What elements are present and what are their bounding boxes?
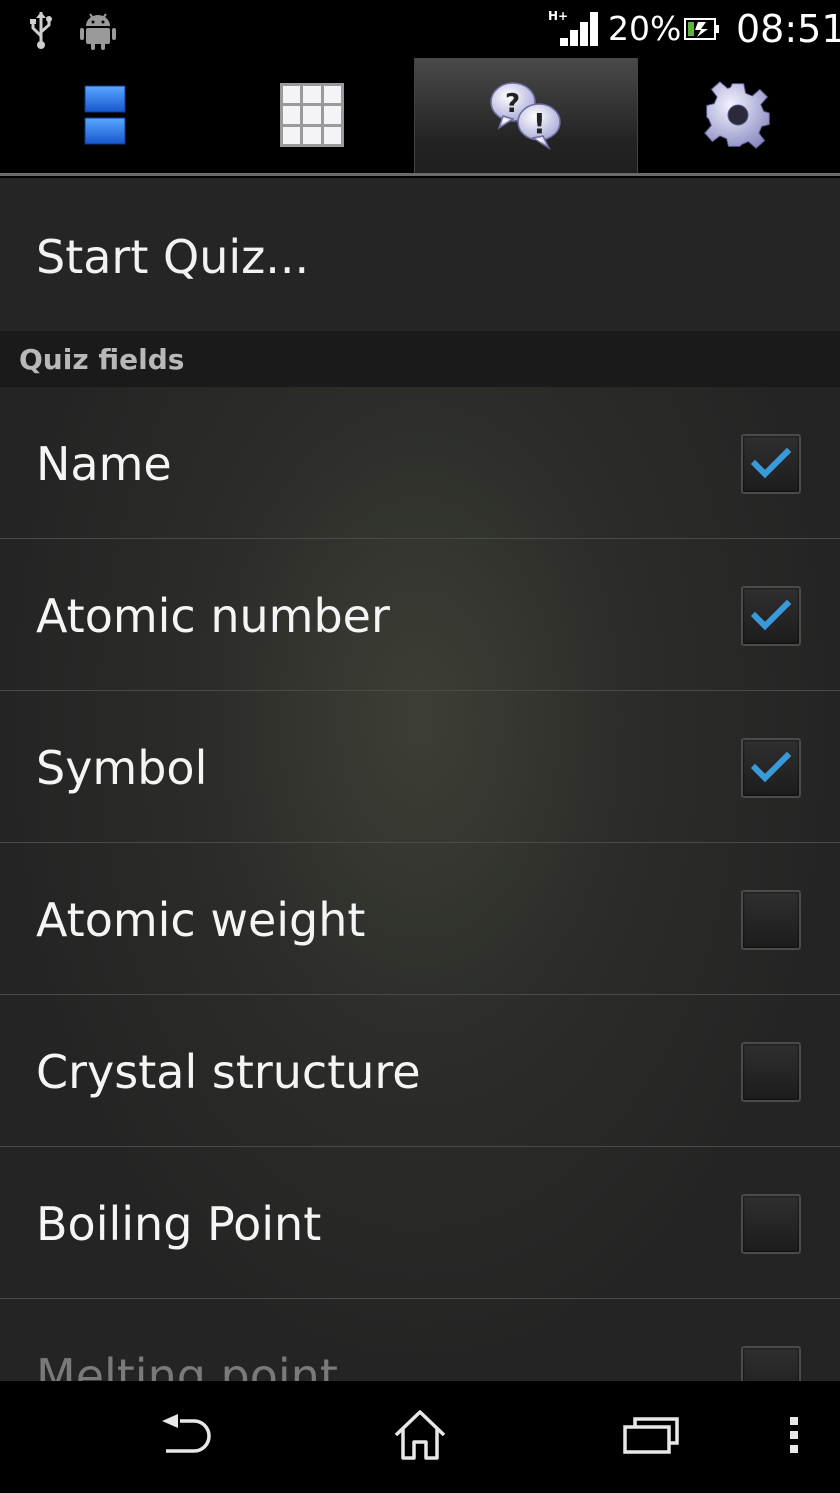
recents-icon [623, 1415, 681, 1459]
tab-settings[interactable] [636, 58, 840, 176]
quiz-field-label: Atomic number [36, 589, 390, 643]
quiz-bubbles-icon: ? ! [489, 80, 563, 154]
quiz-field-checkbox[interactable] [741, 890, 801, 950]
screen: H+ 20% 08:51 ? ! Start Quiz... Quiz fiel… [0, 0, 840, 1493]
usb-icon [28, 10, 54, 54]
svg-text:?: ? [505, 89, 520, 119]
quiz-field-label: Atomic weight [36, 893, 366, 947]
grid-view-icon [279, 82, 345, 152]
quiz-field-list: Name Atomic number Symbol Atomic weight … [0, 387, 840, 1381]
quiz-field-row-atomic-number[interactable]: Atomic number [0, 539, 840, 691]
quiz-field-row-name[interactable]: Name [0, 387, 840, 539]
android-icon [80, 10, 116, 54]
quiz-field-row-boiling-point[interactable]: Boiling Point [0, 1147, 840, 1299]
home-icon [392, 1409, 448, 1465]
recents-button[interactable] [614, 1399, 690, 1475]
quiz-field-row-symbol[interactable]: Symbol [0, 691, 840, 843]
section-header-quiz-fields: Quiz fields [0, 331, 840, 387]
quiz-field-label: Symbol [36, 741, 208, 795]
quiz-field-row-melting-point[interactable]: Melting point [0, 1299, 840, 1381]
quiz-field-checkbox[interactable] [741, 434, 801, 494]
tab-bar: ? ! [0, 58, 840, 178]
status-bar: H+ 20% 08:51 [0, 0, 840, 58]
back-icon [158, 1413, 218, 1461]
quiz-field-label: Boiling Point [36, 1197, 322, 1251]
checkmark-icon [751, 751, 791, 783]
quiz-field-checkbox[interactable] [741, 586, 801, 646]
tab-list-view[interactable] [0, 58, 210, 176]
gear-icon [703, 80, 773, 154]
quiz-field-label: Crystal structure [36, 1045, 421, 1099]
menu-button[interactable] [774, 1399, 814, 1475]
checkmark-icon [751, 447, 791, 479]
quiz-field-checkbox[interactable] [741, 738, 801, 798]
signal-icon: H+ [548, 8, 600, 52]
start-quiz-button[interactable]: Start Quiz... [0, 178, 840, 331]
menu-icon [788, 1415, 800, 1459]
navigation-bar [0, 1381, 840, 1493]
quiz-settings-list[interactable]: Start Quiz... Quiz fields Name Atomic nu… [0, 178, 840, 1381]
network-type-label: H+ [548, 9, 568, 23]
back-button[interactable] [150, 1399, 226, 1475]
quiz-field-checkbox[interactable] [741, 1042, 801, 1102]
battery-charging-icon [684, 18, 720, 44]
quiz-field-checkbox[interactable] [741, 1194, 801, 1254]
checkmark-icon [751, 599, 791, 631]
svg-text:!: ! [533, 107, 546, 140]
tab-underline [0, 173, 840, 176]
quiz-field-checkbox[interactable] [741, 1346, 801, 1381]
list-view-icon [83, 84, 127, 150]
battery-percent: 20% [608, 9, 682, 48]
clock: 08:51 [736, 7, 840, 51]
section-header-label: Quiz fields [19, 343, 185, 376]
start-quiz-label: Start Quiz... [36, 230, 310, 284]
quiz-field-label: Name [36, 437, 172, 491]
quiz-field-row-crystal-structure[interactable]: Crystal structure [0, 995, 840, 1147]
home-button[interactable] [382, 1399, 458, 1475]
quiz-field-label: Melting point [36, 1349, 338, 1381]
tab-grid-view[interactable] [210, 58, 414, 176]
quiz-field-row-atomic-weight[interactable]: Atomic weight [0, 843, 840, 995]
tab-quiz[interactable]: ? ! [414, 58, 638, 176]
